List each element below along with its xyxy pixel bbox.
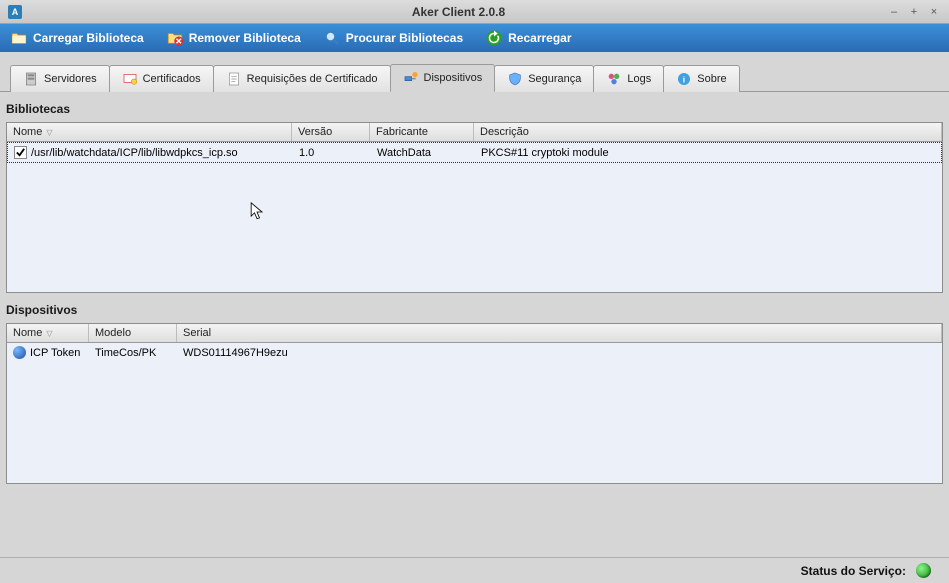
sort-indicator-icon: ▽ <box>46 128 52 137</box>
server-icon <box>23 71 39 87</box>
libraries-table: Nome▽ Versão Fabricante Descrição /usr/l… <box>6 122 943 293</box>
certificate-icon <box>122 71 138 87</box>
tab-label: Segurança <box>528 73 581 85</box>
app-icon: A <box>8 5 22 19</box>
tab-label: Sobre <box>697 73 726 85</box>
tab-devices[interactable]: Dispositivos <box>390 64 496 92</box>
devices-header-row: Nome▽ Modelo Serial <box>7 324 942 343</box>
device-serial: WDS01114967H9ezu <box>177 345 942 360</box>
shield-icon <box>507 71 523 87</box>
col-header-desc[interactable]: Descrição <box>474 123 942 141</box>
window-title: Aker Client 2.0.8 <box>30 5 887 19</box>
remove-icon <box>166 29 184 47</box>
col-header-name[interactable]: Nome▽ <box>7 123 292 141</box>
reload-icon <box>485 29 503 47</box>
devices-section-label: Dispositivos <box>6 303 943 317</box>
tab-servers[interactable]: Servidores <box>10 65 110 92</box>
library-path: /usr/lib/watchdata/ICP/lib/libwdpkcs_icp… <box>31 147 238 159</box>
library-checkbox[interactable] <box>14 146 27 159</box>
find-libraries-button[interactable]: Procurar Bibliotecas <box>319 27 467 49</box>
tab-label: Dispositivos <box>424 72 483 84</box>
devices-table: Nome▽ Modelo Serial ICP Token TimeCos/PK… <box>6 323 943 484</box>
minimize-button[interactable]: – <box>887 5 901 19</box>
logs-icon <box>606 71 622 87</box>
info-icon: i <box>676 71 692 87</box>
libraries-section-label: Bibliotecas <box>6 102 943 116</box>
col-header-dev-model[interactable]: Modelo <box>89 324 177 342</box>
status-label: Status do Serviço: <box>801 564 906 578</box>
sort-indicator-icon: ▽ <box>46 329 52 338</box>
col-header-version[interactable]: Versão <box>292 123 370 141</box>
tab-cert-requests[interactable]: Requisições de Certificado <box>213 65 391 92</box>
status-led-icon <box>916 563 931 578</box>
library-desc: PKCS#11 cryptoki module <box>475 145 941 160</box>
device-row[interactable]: ICP Token TimeCos/PK WDS01114967H9ezu <box>7 343 942 362</box>
load-library-button[interactable]: Carregar Biblioteca <box>6 27 148 49</box>
titlebar: A Aker Client 2.0.8 – + × <box>0 0 949 24</box>
device-model: TimeCos/PK <box>89 345 177 360</box>
toolbar: Carregar Biblioteca Remover Biblioteca P… <box>0 24 949 52</box>
col-header-maker[interactable]: Fabricante <box>370 123 474 141</box>
libraries-header-row: Nome▽ Versão Fabricante Descrição <box>7 123 942 142</box>
tab-label: Requisições de Certificado <box>247 73 378 85</box>
tab-security[interactable]: Segurança <box>494 65 594 92</box>
tab-certificates[interactable]: Certificados <box>109 65 214 92</box>
svg-text:i: i <box>683 74 685 84</box>
tab-logs[interactable]: Logs <box>593 65 664 92</box>
open-icon <box>10 29 28 47</box>
libraries-body[interactable]: /usr/lib/watchdata/ICP/lib/libwdpkcs_icp… <box>7 142 942 292</box>
toolbar-label: Recarregar <box>508 31 571 45</box>
toolbar-label: Procurar Bibliotecas <box>346 31 463 45</box>
token-icon <box>13 346 26 359</box>
toolbar-label: Remover Biblioteca <box>189 31 301 45</box>
library-row[interactable]: /usr/lib/watchdata/ICP/lib/libwdpkcs_icp… <box>7 142 942 163</box>
remove-library-button[interactable]: Remover Biblioteca <box>162 27 305 49</box>
col-header-dev-serial[interactable]: Serial <box>177 324 942 342</box>
reload-button[interactable]: Recarregar <box>481 27 575 49</box>
col-header-dev-name[interactable]: Nome▽ <box>7 324 89 342</box>
document-icon <box>226 71 242 87</box>
tab-label: Logs <box>627 73 651 85</box>
tabbar: Servidores Certificados Requisições de C… <box>0 52 949 92</box>
device-name: ICP Token <box>30 347 80 359</box>
tab-about[interactable]: i Sobre <box>663 65 739 92</box>
close-button[interactable]: × <box>927 5 941 19</box>
toolbar-label: Carregar Biblioteca <box>33 31 144 45</box>
library-maker: WatchData <box>371 145 475 160</box>
window-controls: – + × <box>887 5 941 19</box>
library-version: 1.0 <box>293 145 371 160</box>
tab-label: Certificados <box>143 73 201 85</box>
devices-body[interactable]: ICP Token TimeCos/PK WDS01114967H9ezu <box>7 343 942 483</box>
statusbar: Status do Serviço: <box>0 557 949 583</box>
search-icon <box>323 29 341 47</box>
maximize-button[interactable]: + <box>907 5 921 19</box>
devices-icon <box>403 70 419 86</box>
tab-label: Servidores <box>44 73 97 85</box>
